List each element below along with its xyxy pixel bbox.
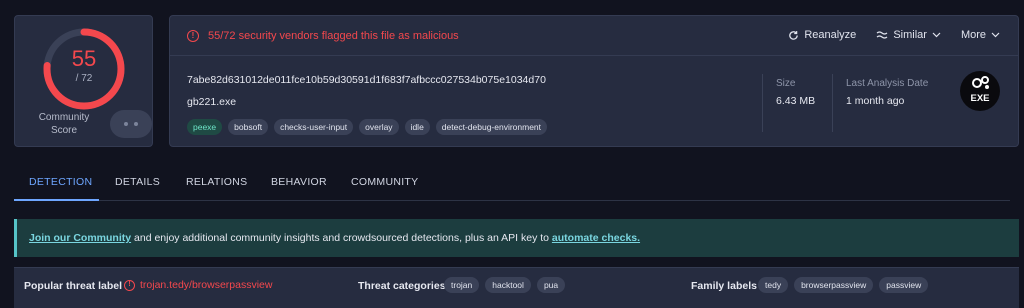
more-label: More	[960, 29, 986, 41]
tag-idle[interactable]: idle	[404, 119, 430, 135]
community-vote-toggle[interactable]	[110, 110, 152, 138]
automate-checks-link[interactable]: automate checks.	[552, 232, 640, 244]
report-tabs: DETECTION DETAILS RELATIONS BEHAVIOR COM…	[14, 168, 1010, 201]
tab-relations[interactable]: RELATIONS	[186, 176, 247, 188]
last-analysis-value: 1 month ago	[846, 95, 905, 107]
reanalyze-label: Reanalyze	[804, 29, 857, 41]
file-actions: Reanalyze Similar More	[788, 29, 1000, 41]
community-score-label: Community Score	[38, 112, 90, 136]
size-label: Size	[776, 78, 796, 89]
similar-label: Similar	[893, 29, 927, 41]
more-dropdown[interactable]: More	[961, 29, 1000, 41]
detection-total: / 72	[75, 73, 93, 84]
community-banner: Join our Community and enjoy additional …	[14, 219, 1019, 257]
refresh-icon	[789, 30, 799, 40]
category-hacktool[interactable]: hacktool	[485, 277, 531, 293]
detection-score-card: 55 / 72 Community Score	[14, 15, 153, 147]
active-tab-indicator	[14, 199, 99, 201]
alert-circle-icon: !	[124, 279, 135, 291]
family-browserpassview[interactable]: browserpassview	[794, 277, 874, 293]
vote-dot-left	[124, 122, 128, 126]
similar-icon	[876, 31, 888, 39]
banner-middle-text: and enjoy additional community insights …	[131, 232, 552, 244]
malicious-alert-bar: ! 55/72 security vendors flagged this fi…	[170, 16, 1018, 56]
tab-details[interactable]: DETAILS	[115, 176, 160, 188]
popular-threat-value[interactable]: ! trojan.tedy/browserpassview	[124, 279, 272, 291]
family-passview[interactable]: passview	[879, 277, 929, 293]
threat-categories-label: Threat categories	[358, 280, 446, 292]
family-labels: tedy browserpassview passview	[758, 277, 929, 293]
tag-peexe[interactable]: peexe	[187, 119, 223, 135]
tab-community[interactable]: COMMUNITY	[351, 176, 418, 188]
alert-text: 55/72 security vendors flagged this file…	[208, 30, 459, 42]
tag-detect-debug-environment[interactable]: detect-debug-environment	[435, 119, 548, 135]
gears-icon	[972, 76, 989, 89]
category-trojan[interactable]: trojan	[444, 277, 480, 293]
file-info-card: ! 55/72 security vendors flagged this fi…	[169, 15, 1019, 147]
size-value: 6.43 MB	[776, 95, 816, 107]
file-name: gb221.exe	[187, 96, 237, 108]
alert-circle-icon: !	[187, 30, 199, 42]
tag-overlay[interactable]: overlay	[359, 119, 399, 135]
chevron-down-icon	[991, 32, 1000, 38]
reanalyze-button[interactable]: Reanalyze	[788, 29, 856, 41]
file-hash[interactable]: 7abe82d631012de011fce10b59d30591d1f683f7…	[187, 74, 546, 86]
file-tags: peexe bobsoft checks-user-input overlay …	[187, 119, 548, 135]
meta-divider	[762, 74, 763, 132]
family-labels-label: Family labels	[691, 280, 757, 292]
banner-text: Join our Community and enjoy additional …	[29, 232, 640, 244]
meta-divider	[832, 74, 833, 132]
chevron-down-icon	[932, 32, 941, 38]
threat-summary-bar: Popular threat label ! trojan.tedy/brows…	[14, 267, 1019, 308]
popular-threat-text: trojan.tedy/browserpassview	[140, 279, 273, 291]
tag-bobsoft[interactable]: bobsoft	[228, 119, 269, 135]
category-pua[interactable]: pua	[536, 277, 566, 293]
file-type-label: EXE	[970, 93, 990, 104]
family-tedy[interactable]: tedy	[758, 277, 789, 293]
tab-behavior[interactable]: BEHAVIOR	[271, 176, 327, 188]
last-analysis-label: Last Analysis Date	[846, 78, 929, 89]
join-community-link[interactable]: Join our Community	[29, 232, 131, 244]
file-type-exe-icon: EXE	[960, 71, 1000, 111]
popular-threat-label: Popular threat label	[24, 280, 123, 292]
similar-dropdown[interactable]: Similar	[876, 29, 941, 41]
vote-dot-right	[134, 122, 138, 126]
tag-checks-user-input[interactable]: checks-user-input	[274, 119, 354, 135]
tab-detection[interactable]: DETECTION	[29, 176, 92, 188]
threat-categories: trojan hacktool pua	[444, 277, 566, 293]
detection-count: 55	[71, 46, 97, 71]
